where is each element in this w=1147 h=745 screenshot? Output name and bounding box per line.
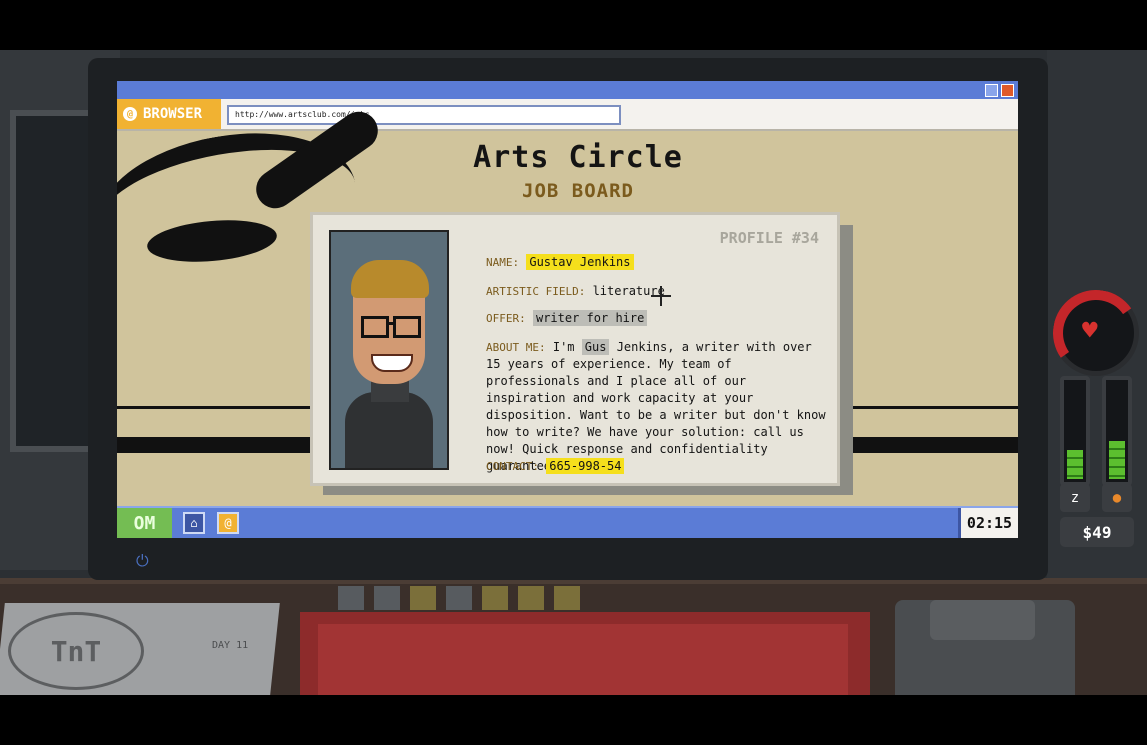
taskbar: OM ⌂ @ 02:15 xyxy=(117,506,1018,538)
phone-handset[interactable] xyxy=(930,600,1035,640)
close-button[interactable] xyxy=(1001,84,1014,97)
about-label: ABOUT ME: xyxy=(486,341,546,354)
heart-icon: ♥ xyxy=(1082,316,1098,346)
name-label: NAME: xyxy=(486,256,520,269)
about-pre: I'm xyxy=(552,340,575,354)
notebook-logo: TnT xyxy=(8,612,144,690)
portrait-sweater xyxy=(345,392,433,468)
sleep-meter-fill xyxy=(1067,450,1083,479)
cursor-crosshair-icon xyxy=(651,286,671,306)
sleep-icon: z xyxy=(1060,484,1090,512)
at-sign-icon: @ xyxy=(123,107,137,121)
url-input[interactable]: http://www.artsclub.com/jobs xyxy=(227,105,621,125)
food-meter xyxy=(1102,376,1132,486)
contact-value[interactable]: 665-998-54 xyxy=(546,458,625,474)
minimize-button[interactable] xyxy=(985,84,998,97)
key xyxy=(338,586,364,610)
browser-icon[interactable]: @ xyxy=(217,512,239,534)
keyboard-keys xyxy=(338,586,580,610)
portrait-glasses xyxy=(361,316,389,338)
sleep-meter xyxy=(1060,376,1090,486)
start-button[interactable]: OM xyxy=(117,508,172,538)
clock: 02:15 xyxy=(958,508,1018,538)
about-body: Jenkins, a writer with over 15 years of … xyxy=(486,340,826,473)
portrait-glasses-bridge xyxy=(386,322,393,325)
portrait-mouth xyxy=(371,354,413,372)
profile-card: PROFILE #34 NAME: Gustav Jenkins ARTISTI… xyxy=(310,212,840,486)
notebook-day: DAY 11 xyxy=(212,640,249,651)
field-row: ARTISTIC FIELD: literature xyxy=(486,284,665,298)
money-display: $49 xyxy=(1060,517,1134,547)
key xyxy=(374,586,400,610)
portrait-glasses xyxy=(393,316,421,338)
key xyxy=(482,586,508,610)
window-titlebar xyxy=(117,81,1018,99)
contact-label: CONTACT: xyxy=(486,460,539,473)
key xyxy=(446,586,472,610)
food-meter-fill xyxy=(1109,441,1125,479)
key xyxy=(554,586,580,610)
page-title: Arts Circle xyxy=(473,140,683,175)
home-icon[interactable]: ⌂ xyxy=(183,512,205,534)
contact-row: CONTACT: 665-998-54 xyxy=(486,458,625,474)
name-value: Gustav Jenkins xyxy=(526,254,634,270)
name-row: NAME: Gustav Jenkins xyxy=(486,254,634,270)
key xyxy=(410,586,436,610)
browser-address-bar: @ BROWSER http://www.artsclub.com/jobs xyxy=(117,99,1018,131)
power-icon[interactable]: ⏻ xyxy=(136,551,149,571)
browser-label-text: BROWSER xyxy=(143,106,203,122)
page-subtitle: JOB BOARD xyxy=(522,180,634,202)
offer-row: OFFER: writer for hire xyxy=(486,310,648,326)
about-text: ABOUT ME: I'm Gus Jenkins, a writer with… xyxy=(486,339,826,475)
offer-value: writer for hire xyxy=(532,310,648,326)
desk-mat-inner xyxy=(318,624,848,695)
screen: @ BROWSER http://www.artsclub.com/jobs A… xyxy=(117,81,1018,538)
food-icon: ● xyxy=(1102,484,1132,512)
browser-label: @ BROWSER xyxy=(117,99,221,129)
profile-portrait xyxy=(329,230,449,470)
offer-label: OFFER: xyxy=(486,312,526,325)
profile-id: PROFILE #34 xyxy=(719,229,819,247)
about-highlight[interactable]: Gus xyxy=(581,339,610,355)
key xyxy=(518,586,544,610)
field-label: ARTISTIC FIELD: xyxy=(486,285,586,298)
portrait-hair xyxy=(351,260,429,298)
